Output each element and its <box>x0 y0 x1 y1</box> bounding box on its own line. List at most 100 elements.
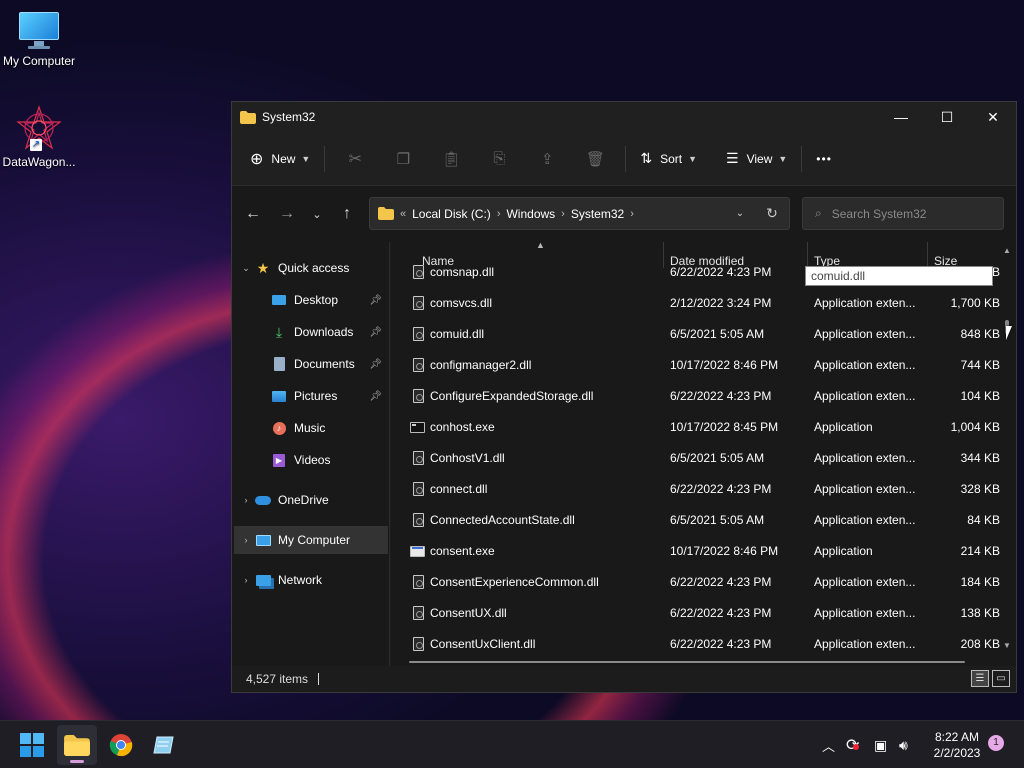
view-button[interactable]: ☰ View ▼ <box>718 143 795 175</box>
more-options-button[interactable]: ••• <box>808 143 840 175</box>
file-type: Application exten... <box>814 358 916 372</box>
dll-file-icon <box>413 389 424 403</box>
rename-button[interactable]: ⎘ <box>475 143 523 175</box>
pin-icon[interactable]: 📌︎ <box>369 295 382 306</box>
pin-icon[interactable]: 📌︎ <box>369 359 382 370</box>
overflow-chevron[interactable]: « <box>400 208 406 220</box>
chevron-right-icon[interactable]: › <box>630 208 634 220</box>
item-count: 4,527 items <box>246 672 309 686</box>
copy-button[interactable]: ❐ <box>379 143 427 175</box>
file-row[interactable]: ConhostV1.dll 6/5/2021 5:05 AM Application… <box>391 443 1001 474</box>
chevron-right-icon[interactable]: › <box>238 535 254 545</box>
search-box[interactable]: ⌕ <box>802 197 1004 230</box>
forward-button[interactable]: → <box>272 199 302 229</box>
share-button[interactable]: ⇪ <box>523 143 571 175</box>
nav-my-computer[interactable]: › My Computer <box>234 526 388 554</box>
chevron-right-icon[interactable]: › <box>497 208 501 220</box>
file-type: Application exten... <box>814 451 916 465</box>
breadcrumb-windows[interactable]: Windows <box>506 207 555 221</box>
nav-downloads[interactable]: ⤓ Downloads 📌︎ <box>254 318 388 346</box>
horizontal-scrollbar[interactable] <box>409 661 965 663</box>
nav-videos[interactable]: ▶ Videos <box>254 446 388 474</box>
maximize-button[interactable]: ☐ <box>924 102 970 132</box>
file-row[interactable]: consent.exe 10/17/2022 8:46 PM Application… <box>391 536 1001 567</box>
file-date: 6/22/2022 4:23 PM <box>670 389 772 403</box>
dll-file-icon <box>413 482 424 496</box>
pin-icon[interactable]: 📌︎ <box>369 327 382 338</box>
taskbar-file-explorer[interactable] <box>57 725 97 765</box>
new-button[interactable]: ⊕ New ▼ <box>242 143 318 175</box>
file-row[interactable]: ConsentExperienceCommon.dll 6/22/2022 4:2… <box>391 567 1001 598</box>
minimize-button[interactable]: — <box>878 102 924 132</box>
desktop-icon-datawagon[interactable]: ↗ DataWagon... <box>0 105 78 169</box>
search-input[interactable] <box>831 206 982 221</box>
desktop-icon-label: DataWagon... <box>2 155 76 169</box>
details-view-icon[interactable]: ☰ <box>971 670 989 687</box>
file-row[interactable]: comsvcs.dll 2/12/2022 3:24 PM Application … <box>391 288 1001 319</box>
datawagon-logo-icon: ↗ <box>16 105 62 151</box>
up-button[interactable]: ↑ <box>332 199 362 229</box>
vertical-scrollbar[interactable]: ▲ ▼ <box>1002 242 1012 666</box>
nav-documents[interactable]: Documents 📌︎ <box>254 350 388 378</box>
chevron-right-icon[interactable]: › <box>561 208 565 220</box>
scroll-down-arrow[interactable]: ▼ <box>1003 641 1011 650</box>
file-type: Application exten... <box>814 575 916 589</box>
volume-button[interactable]: 🔊︎ <box>899 721 908 768</box>
taskbar-notepad[interactable] <box>144 725 184 765</box>
videos-icon: ▶ <box>270 452 288 468</box>
nav-network[interactable]: › Network <box>238 566 388 594</box>
network-tray-button[interactable]: ▣ <box>874 721 887 768</box>
close-button[interactable]: ✕ <box>970 102 1016 132</box>
share-icon: ⇪ <box>541 150 554 168</box>
file-type: Application exten... <box>814 637 916 651</box>
taskbar-chrome[interactable] <box>101 725 141 765</box>
chevron-right-icon[interactable]: › <box>238 495 254 505</box>
chevron-up-icon: ︿ <box>822 738 836 754</box>
clock[interactable]: 8:22 AM 2/2/2023 <box>926 729 988 761</box>
paste-button[interactable]: 📋︎ <box>427 143 475 175</box>
nav-quick-access[interactable]: ⌄ ★ Quick access <box>238 254 388 282</box>
scroll-up-arrow[interactable]: ▲ <box>1003 246 1011 255</box>
file-row[interactable]: ConfigureExpandedStorage.dll 6/22/2022 4:… <box>391 381 1001 412</box>
back-button[interactable]: ← <box>238 199 268 229</box>
recent-locations-button[interactable]: ⌄ <box>302 199 332 229</box>
notification-badge[interactable]: 1 <box>988 735 1004 751</box>
file-row[interactable]: comuid.dll 6/5/2021 5:05 AM Application ex… <box>391 319 1001 350</box>
delete-button[interactable]: 🗑︎ <box>571 143 619 175</box>
file-row[interactable]: ConsentUxClient.dll 6/22/2022 4:23 PM Appl… <box>391 629 1001 660</box>
chevron-down-icon: ▼ <box>688 153 698 164</box>
refresh-icon[interactable]: ↻ <box>755 205 789 222</box>
sort-icon: ⇅ <box>640 150 653 166</box>
file-row[interactable]: conhost.exe 10/17/2022 8:45 PM Application… <box>391 412 1001 443</box>
breadcrumb-system32[interactable]: System32 <box>571 207 624 221</box>
sort-button[interactable]: ⇅ Sort ▼ <box>632 143 705 175</box>
file-row[interactable]: ConnectedAccountState.dll 6/5/2021 5:05 A… <box>391 505 1001 536</box>
file-row[interactable]: ConsentUX.dll 6/22/2022 4:23 PM Applicatio… <box>391 598 1001 629</box>
address-history-dropdown[interactable]: ⌄ <box>725 208 755 219</box>
folder-icon <box>378 207 394 220</box>
breadcrumb-local-disk[interactable]: Local Disk (C:) <box>412 207 491 221</box>
nav-pictures[interactable]: Pictures 📌︎ <box>254 382 388 410</box>
large-icons-view-icon[interactable]: ▭ <box>992 670 1010 687</box>
start-button[interactable] <box>12 725 52 765</box>
nav-music[interactable]: ♪ Music <box>254 414 388 442</box>
desktop-icon-my-computer[interactable]: My Computer <box>0 10 78 68</box>
copy-icon: ❐ <box>396 150 411 168</box>
pin-icon[interactable]: 📌︎ <box>369 391 382 402</box>
dll-file-icon <box>413 637 424 651</box>
nav-onedrive[interactable]: › OneDrive <box>238 486 388 514</box>
chevron-right-icon[interactable]: › <box>238 575 254 585</box>
address-bar[interactable]: « Local Disk (C:) › Windows › System32 ›… <box>369 197 790 230</box>
chevron-down-icon[interactable]: ⌄ <box>238 263 254 274</box>
title-bar[interactable]: System32 — ☐ ✕ <box>232 102 1016 132</box>
file-row[interactable]: connect.dll 6/22/2022 4:23 PM Application … <box>391 474 1001 505</box>
file-size: 138 KB <box>960 606 1000 620</box>
rename-edit-field[interactable]: comuid.dll <box>805 266 993 286</box>
file-row[interactable]: configmanager2.dll 10/17/2022 8:46 PM Appl… <box>391 350 1001 381</box>
windows-logo-icon <box>20 733 44 757</box>
show-hidden-icons-button[interactable]: ︿ <box>822 721 835 768</box>
cut-button[interactable]: ✂ <box>331 143 379 175</box>
sync-status-button[interactable]: ⟳ <box>846 721 860 768</box>
nav-desktop[interactable]: Desktop 📌︎ <box>254 286 388 314</box>
nav-label: Documents <box>294 357 355 371</box>
